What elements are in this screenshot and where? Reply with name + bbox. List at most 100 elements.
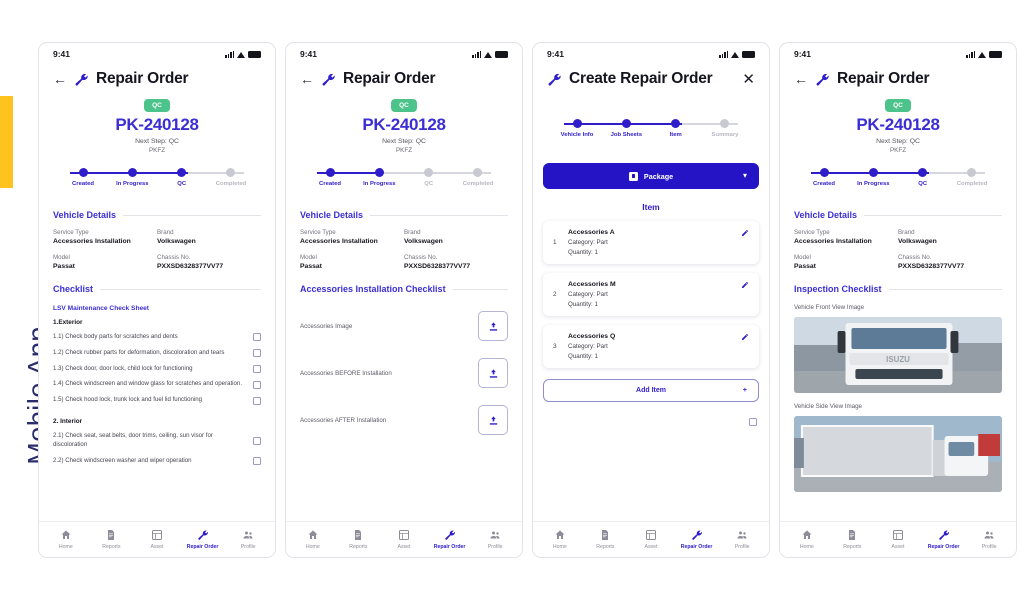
checklist-item: 1.4) Check windscreen and window glass f… <box>53 380 261 389</box>
upload-button[interactable] <box>478 405 508 435</box>
step-dot <box>868 168 878 177</box>
checklist-checkbox[interactable] <box>253 436 261 445</box>
package-dropdown[interactable]: Package ▾ <box>543 163 759 189</box>
edit-icon[interactable] <box>741 229 749 237</box>
nav-home[interactable]: Home <box>786 529 828 550</box>
app-header: ← Repair Order <box>286 65 522 97</box>
signal-icon <box>472 50 481 58</box>
step-qc[interactable]: QC <box>405 166 453 187</box>
nav-repair-order[interactable]: Repair Order <box>429 529 471 550</box>
confirm-checkbox[interactable] <box>749 418 757 426</box>
home-icon <box>802 530 812 539</box>
back-arrow-icon[interactable]: ← <box>794 72 808 86</box>
step-dot <box>127 168 137 177</box>
nav-reports[interactable]: Reports <box>337 529 379 550</box>
close-icon[interactable]: ✕ <box>742 72 755 87</box>
add-item-button[interactable]: Add Item + <box>543 379 759 402</box>
battery-icon <box>989 50 1002 58</box>
step-dot <box>621 119 631 128</box>
step-qc[interactable]: QC <box>158 166 206 187</box>
section-title: Vehicle Details <box>794 210 858 220</box>
back-arrow-icon[interactable]: ← <box>53 72 67 86</box>
step-dot <box>424 168 434 177</box>
nav-reports[interactable]: Reports <box>831 529 873 550</box>
chevron-down-icon: ▾ <box>742 171 747 180</box>
nav-reports[interactable]: Reports <box>90 529 132 550</box>
nav-asset[interactable]: Asset <box>630 529 672 550</box>
edit-icon[interactable] <box>741 333 749 341</box>
checklist-item-text: 1.1) Check body parts for scratches and … <box>53 333 178 340</box>
step-summary[interactable]: Summary <box>701 117 749 138</box>
nav-reports[interactable]: Reports <box>584 529 626 550</box>
nav-home[interactable]: Home <box>292 529 334 550</box>
step-created[interactable]: Created <box>306 166 354 187</box>
field-model: Model Passat <box>794 254 816 270</box>
back-arrow-icon[interactable]: ← <box>300 72 314 86</box>
item-quantity: Quantity: 1 <box>568 353 598 360</box>
item-card[interactable]: 3 Accessories Q Category: Part Quantity:… <box>543 325 759 368</box>
section-title: Vehicle Details <box>300 210 364 220</box>
vehicle-front-view-photo[interactable]: ISUZU <box>794 317 1002 393</box>
checklist-checkbox[interactable] <box>253 457 261 466</box>
step-job-sheets[interactable]: Job Sheets <box>602 117 650 138</box>
status-bar: 9:41 <box>286 43 522 65</box>
next-step-text: Next Step: QC <box>876 138 920 145</box>
divider <box>864 214 1002 216</box>
step-label: Vehicle Info <box>560 132 594 138</box>
step-qc[interactable]: QC <box>899 166 947 187</box>
item-number: 3 <box>553 343 557 350</box>
step-completed[interactable]: Completed <box>454 166 502 187</box>
nav-repair-order[interactable]: Repair Order <box>182 529 224 550</box>
item-name: Accessories Q <box>568 333 616 340</box>
nav-asset[interactable]: Asset <box>383 529 425 550</box>
edit-icon[interactable] <box>741 281 749 289</box>
step-created[interactable]: Created <box>59 166 107 187</box>
status-icons <box>225 50 261 58</box>
item-quantity: Quantity: 1 <box>568 301 598 308</box>
step-completed[interactable]: Completed <box>948 166 996 187</box>
checklist-checkbox[interactable] <box>253 380 261 389</box>
nav-home[interactable]: Home <box>45 529 87 550</box>
nav-profile[interactable]: Profile <box>721 529 763 550</box>
nav-asset[interactable]: Asset <box>136 529 178 550</box>
plus-icon: + <box>742 387 747 394</box>
checklist-checkbox[interactable] <box>253 333 261 342</box>
phone-screen-inspection-checklist: 9:41 ← Repair Order QC PK-240128 Next St… <box>779 42 1017 558</box>
step-created[interactable]: Created <box>800 166 848 187</box>
nav-profile[interactable]: Profile <box>227 529 269 550</box>
upload-button[interactable] <box>478 358 508 388</box>
step-dot <box>819 168 829 177</box>
step-item[interactable]: Item <box>652 117 700 138</box>
nav-profile[interactable]: Profile <box>474 529 516 550</box>
checklist-item: 1.3) Check door, door lock, child lock f… <box>53 365 261 374</box>
step-dot <box>374 168 384 177</box>
checklist-group-title: 1.Exterior <box>53 319 83 326</box>
wrench-icon <box>75 73 88 85</box>
step-completed[interactable]: Completed <box>207 166 255 187</box>
order-id: PK-240128 <box>362 115 446 134</box>
item-card[interactable]: 2 Accessories M Category: Part Quantity:… <box>543 273 759 316</box>
step-label: Created <box>813 181 835 187</box>
nav-repair-order[interactable]: Repair Order <box>676 529 718 550</box>
item-card[interactable]: 1 Accessories A Category: Part Quantity:… <box>543 221 759 264</box>
nav-asset[interactable]: Asset <box>877 529 919 550</box>
step-in-progress[interactable]: In Progress <box>849 166 897 187</box>
status-badge: QC <box>885 99 911 112</box>
upload-button[interactable] <box>478 311 508 341</box>
checklist-item: 2.1) Check seat, seat belts, door trims,… <box>53 432 261 450</box>
step-in-progress[interactable]: In Progress <box>108 166 156 187</box>
step-vehicle-info[interactable]: Vehicle Info <box>553 117 601 138</box>
vehicle-side-view-photo[interactable] <box>794 416 1002 492</box>
checklist-checkbox[interactable] <box>253 365 261 374</box>
checklist-checkbox[interactable] <box>253 349 261 358</box>
screen-body: QC PK-240128 Next Step: QC PKFZ Created … <box>286 97 522 521</box>
nav-home[interactable]: Home <box>539 529 581 550</box>
nav-repair-order[interactable]: Repair Order <box>923 529 965 550</box>
checklist-checkbox[interactable] <box>253 396 261 405</box>
wrench-icon <box>691 530 702 540</box>
step-in-progress[interactable]: In Progress <box>355 166 403 187</box>
upload-label: Accessories Image <box>300 322 353 330</box>
field-brand: Brand Volkswagen <box>898 229 937 245</box>
nav-profile[interactable]: Profile <box>968 529 1010 550</box>
upload-icon <box>489 415 497 425</box>
